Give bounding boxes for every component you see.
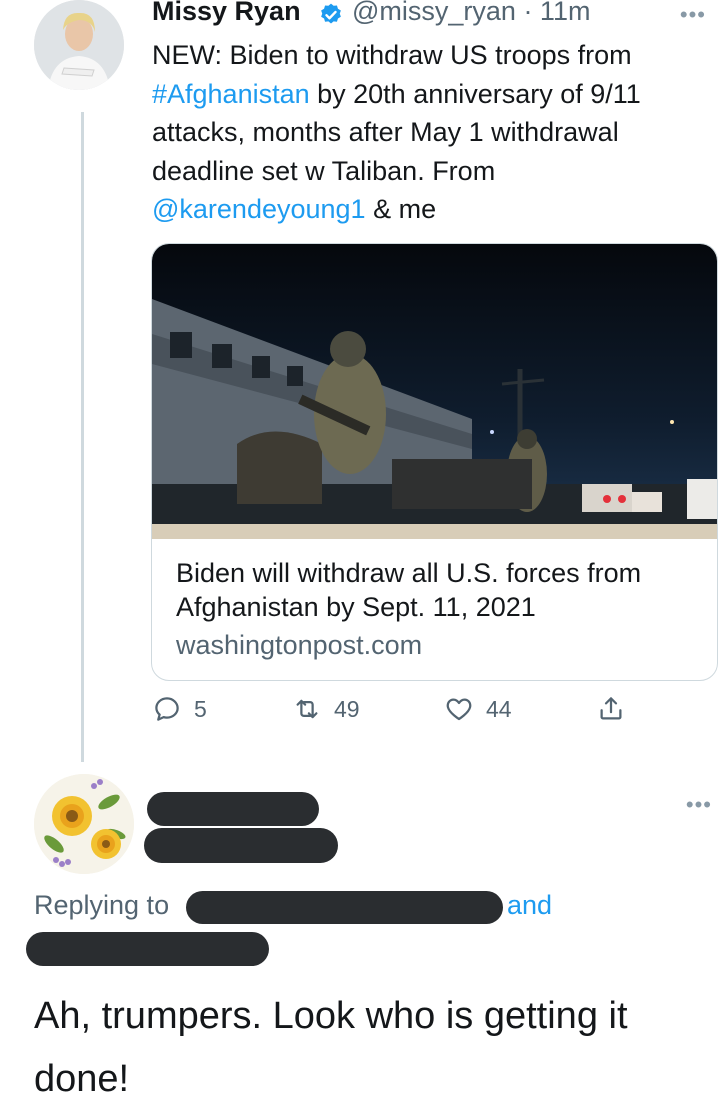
card-domain: washingtonpost.com (176, 630, 423, 660)
card-image (152, 244, 717, 539)
reply-count: 5 (194, 695, 207, 722)
replying-to-label: Replying to (34, 890, 170, 920)
retweet-icon (296, 699, 318, 719)
mention-link[interactable]: @karendeyoung1 (152, 194, 366, 224)
redacted-reply-target-2 (26, 932, 269, 966)
reply-text: Ah, trumpers. Look who is getting it don… (34, 995, 628, 1100)
retweet-count: 49 (334, 695, 360, 722)
tweet-text-part: & me (365, 194, 437, 224)
tweet-text: NEW: Biden to withdraw US troops from #A… (152, 36, 712, 229)
tweet-actions: 5 49 44 (152, 694, 672, 738)
hashtag-link[interactable]: #Afghanistan (152, 79, 310, 109)
reply-icon (155, 697, 179, 721)
link-preview-card[interactable]: Biden will withdraw all U.S. forces from… (151, 243, 718, 681)
card-title[interactable]: Biden will withdraw all U.S. forces from… (176, 556, 696, 624)
like-button[interactable]: 44 (444, 694, 512, 724)
like-count: 44 (486, 695, 512, 722)
redacted-handle (144, 828, 338, 863)
author-handle-time[interactable]: @missy_ryan · 11m (352, 0, 590, 27)
redacted-reply-target (186, 891, 503, 924)
thread-connector-line (81, 112, 84, 762)
reply-button[interactable]: 5 (152, 694, 207, 724)
reply-author-avatar[interactable] (34, 774, 134, 874)
verified-badge-icon (318, 2, 344, 28)
share-icon (600, 697, 622, 720)
author-name[interactable]: Missy Ryan (152, 0, 301, 27)
redacted-name (147, 792, 319, 826)
more-horizontal-icon[interactable]: ••• (680, 2, 706, 28)
retweet-button[interactable]: 49 (292, 694, 360, 724)
more-horizontal-icon[interactable]: ••• (686, 792, 712, 818)
author-avatar[interactable] (34, 0, 124, 90)
tweet-text-part: NEW: Biden to withdraw US troops from (152, 40, 632, 70)
share-button[interactable] (596, 694, 626, 724)
heart-icon (446, 698, 472, 721)
replying-to-and-link[interactable]: and (507, 890, 552, 921)
